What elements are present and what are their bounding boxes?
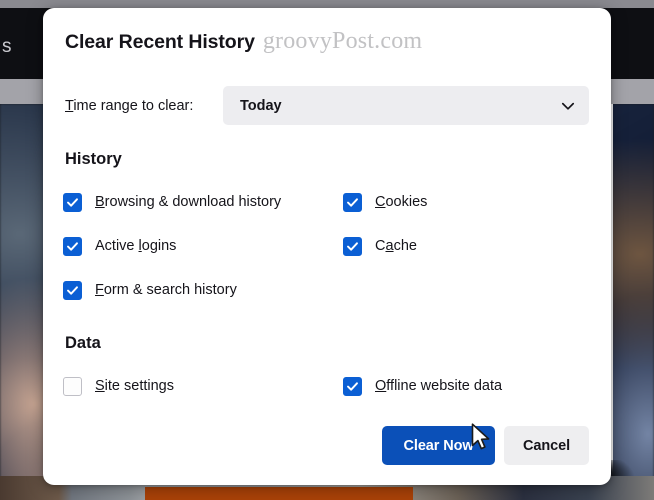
time-range-selected-value: Today (240, 97, 282, 114)
checkbox-form-search-history[interactable]: Form & search history (63, 280, 343, 300)
checkbox-box-checked[interactable] (63, 236, 82, 256)
checkbox-label: Active logins (95, 238, 176, 254)
page-title: Clear Recent History (65, 31, 255, 53)
checkbox-active-logins[interactable]: Active logins (63, 236, 343, 256)
watermark: groovyPost.com (262, 28, 423, 54)
checkbox-label: Site settings (95, 378, 174, 394)
checkbox-cache[interactable]: Cache (343, 236, 591, 256)
checkbox-box-checked[interactable] (343, 376, 362, 396)
browser-tab-label-fragment: s (2, 36, 12, 57)
time-range-label-rest: ime range to clear: (73, 97, 194, 114)
checkbox-label: Offline website data (375, 378, 502, 394)
checkbox-label: Browsing & download history (95, 194, 281, 210)
label-pre: Active (95, 238, 139, 254)
accesskey: a (385, 238, 394, 254)
label-rest: che (393, 238, 417, 254)
clear-recent-history-dialog: Clear Recent History groovyPost.com Time… (43, 8, 611, 485)
chevron-down-icon (560, 98, 576, 114)
label-rest: orm & search history (103, 282, 237, 298)
label-rest: ogins (141, 238, 177, 254)
label-rest: rowsing & download history (104, 194, 282, 210)
checkbox-box-checked[interactable] (63, 192, 82, 212)
accesskey: F (95, 282, 104, 298)
checkbox-label: Cache (375, 238, 417, 254)
browser-titlebar (0, 0, 654, 8)
clear-now-button[interactable]: Clear Now (382, 426, 496, 465)
label-pre: C (375, 238, 386, 254)
background-accent-bar (145, 487, 413, 500)
checkbox-label: Cookies (375, 194, 427, 210)
accesskey: C (375, 194, 386, 210)
screen-root: s Clear Recent History groovyPost.com Ti… (0, 0, 654, 500)
checkbox-box-checked[interactable] (63, 280, 82, 300)
label-rest: ite settings (104, 378, 174, 394)
section-heading-data: Data (65, 334, 101, 352)
history-checkbox-grid: Browsing & download history Cookies Acti… (63, 180, 591, 312)
accesskey: O (375, 378, 387, 394)
accesskey: B (95, 194, 105, 210)
dialog-footer: Clear Now Cancel (382, 426, 589, 465)
time-range-label: Time range to clear: (65, 98, 223, 114)
checkbox-browsing-download-history[interactable]: Browsing & download history (63, 192, 343, 212)
checkbox-offline-website-data[interactable]: Offline website data (343, 376, 591, 396)
time-range-row: Time range to clear: Today (65, 86, 589, 125)
checkbox-site-settings[interactable]: Site settings (63, 376, 343, 396)
dialog-header: Clear Recent History groovyPost.com (65, 28, 422, 55)
checkbox-box-checked[interactable] (343, 192, 362, 212)
data-checkbox-grid: Site settings Offline website data (63, 364, 591, 408)
checkbox-label: Form & search history (95, 282, 237, 298)
label-rest: ffline website data (386, 378, 503, 394)
label-rest: ookies (385, 194, 428, 210)
checkbox-cookies[interactable]: Cookies (343, 192, 591, 212)
checkbox-box-checked[interactable] (343, 236, 362, 256)
section-heading-history: History (65, 150, 122, 168)
checkbox-box-unchecked[interactable] (63, 376, 82, 396)
cancel-button[interactable]: Cancel (504, 426, 589, 465)
time-range-select[interactable]: Today (223, 86, 589, 125)
accesskey: S (95, 378, 105, 394)
